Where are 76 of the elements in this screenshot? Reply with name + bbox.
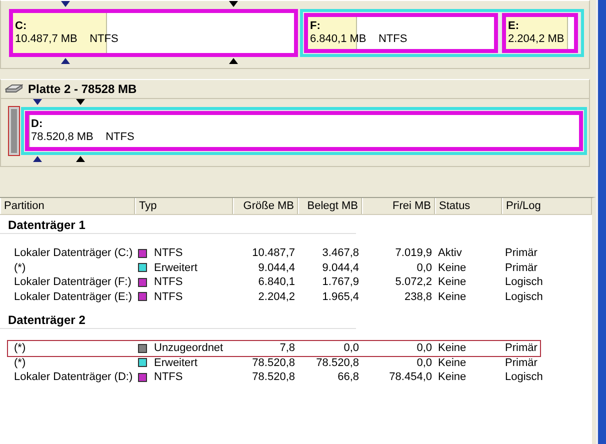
column-header[interactable]: Frei MB [362, 198, 435, 214]
column-header[interactable]: Größe MB [233, 198, 298, 214]
group-title: Datenträger 1 [0, 215, 356, 234]
table-cell-text: 66,8 [336, 370, 360, 384]
table-cell-text: Logisch [504, 275, 544, 290]
handle-icon[interactable] [76, 99, 85, 105]
table-cell-text: Logisch [504, 370, 544, 384]
partition-info: 10.487,7 MB NTFS [15, 33, 120, 46]
column-header[interactable]: Pri/Log [502, 198, 592, 214]
table-cell-text: Keine [437, 290, 468, 304]
table-cell-text: 7,8 [278, 341, 296, 356]
partition-block[interactable]: E: 2.204,2 MB [502, 13, 578, 53]
table-cell-text: Keine [437, 260, 468, 275]
table-cell-text: Primär [504, 341, 538, 356]
table-cell-text: 1.767,9 [321, 275, 360, 290]
table-cell-text: 78.520,8 [251, 356, 296, 370]
table-cell-text: 3.467,8 [321, 246, 360, 260]
table-cell-text: 78.520,8 [251, 370, 296, 384]
table-cell-text: Logisch [504, 290, 544, 304]
table-cell: NTFS [154, 290, 183, 304]
table-cell-text: Lokaler Datenträger (F:) [13, 275, 132, 290]
table-cell-text: Lokaler Datenträger (E:) [13, 290, 133, 304]
table-cell: NTFS [154, 246, 183, 260]
table-cell-text: Keine [437, 370, 468, 384]
table-cell: Erweitert [154, 356, 198, 370]
extended-partition-block[interactable]: F: 6.840,1 MB NTFS E: 2.204,2 MB [300, 9, 584, 57]
table-cell-text: 6.840,1 [257, 275, 296, 290]
table-cell-text: (*) [13, 260, 27, 275]
table-cell: NTFS [154, 370, 183, 384]
table-cell-text: Primär [504, 356, 538, 370]
drive-letter: C: [15, 20, 28, 33]
column-header[interactable]: Status [435, 198, 502, 214]
column-header[interactable]: Typ [135, 198, 233, 214]
table-cell-text: 78.454,0 [388, 370, 433, 384]
table-cell-text: 0,0 [416, 356, 433, 370]
partition-info: 78.520,8 MB NTFS [31, 131, 136, 144]
partition-block[interactable]: C: 10.487,7 MB NTFS [9, 9, 298, 57]
handle-icon[interactable] [61, 1, 70, 7]
table-cell-text: Lokaler Datenträger (C:) [13, 246, 134, 260]
drive-letter: D: [31, 118, 44, 131]
column-header[interactable]: Partition [0, 198, 135, 214]
table-cell-text: 7.019,9 [394, 246, 433, 260]
highlighted-row[interactable]: (*) Unzugeordnet 7,8 0,0 0,0 Keine Primär [8, 341, 540, 356]
table-cell-text: 9.044,4 [321, 260, 360, 275]
table-cell-text: 0,0 [416, 260, 433, 275]
table-cell-text: 9.044,4 [257, 260, 296, 275]
handle-icon[interactable] [229, 1, 238, 7]
table-cell: NTFS [154, 275, 183, 290]
table-cell: Unzugeordnet [154, 341, 224, 356]
disk-title: Platte 2 - 78528 MB [28, 82, 137, 96]
table-cell-text: Primär [504, 246, 538, 260]
handle-icon[interactable] [33, 99, 42, 105]
table-cell: Erweitert [154, 260, 198, 275]
table-cell-text: Aktiv [437, 246, 463, 260]
table-cell-text: 2.204,2 [257, 290, 296, 304]
table-cell-text: 238,8 [403, 290, 433, 304]
partition-info: 6.840,1 MB NTFS [310, 33, 408, 46]
table-cell-text: 1.965,4 [321, 290, 360, 304]
table-cell-text: 10.487,7 [251, 246, 296, 260]
table-cell-text: 5.072,2 [394, 275, 433, 290]
table-cell-text: (*) [13, 341, 27, 356]
table-cell-text: 0,0 [416, 341, 433, 356]
partition-block[interactable]: F: 6.840,1 MB NTFS [304, 13, 498, 53]
table-cell-text: Primär [504, 260, 538, 275]
table-cell-text: Keine [437, 341, 468, 356]
table-cell-text: Lokaler Datenträger (D:) [13, 370, 134, 384]
drive-letter: F: [310, 20, 322, 33]
table-cell-text: Keine [437, 356, 468, 370]
group-title: Datenträger 2 [0, 310, 356, 329]
table-cell-text: 78.520,8 [315, 356, 360, 370]
partition-info: 2.204,2 MB [508, 33, 566, 46]
table-cell-text: 0,0 [342, 341, 360, 356]
drive-letter: E: [508, 20, 520, 33]
table-cell-text: Keine [437, 275, 468, 290]
column-header[interactable]: Belegt MB [298, 198, 362, 214]
table-cell-text: (*) [13, 356, 27, 370]
